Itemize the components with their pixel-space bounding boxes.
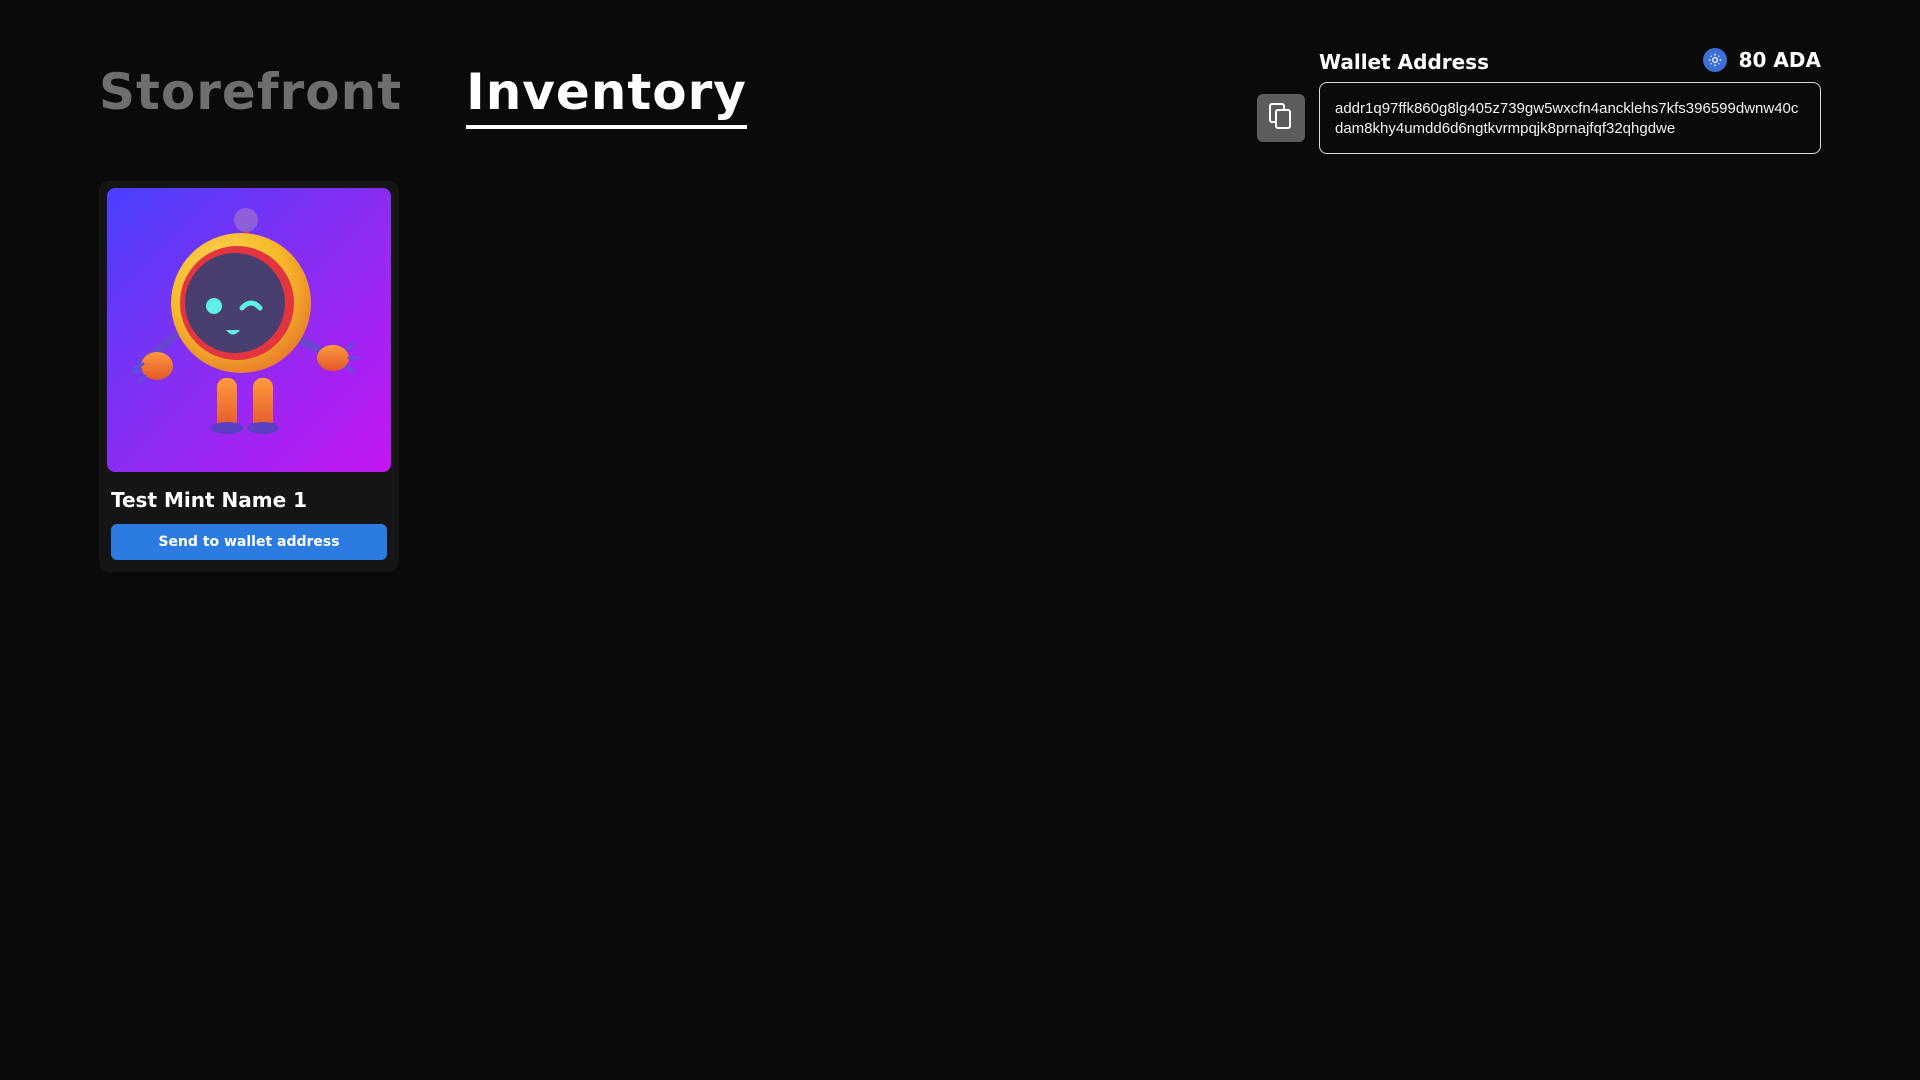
nft-image	[107, 188, 391, 472]
robot-mascot-icon	[131, 208, 359, 434]
copy-icon	[1268, 102, 1294, 134]
balance-display: 80 ADA	[1702, 48, 1821, 72]
tab-inventory[interactable]: Inventory	[466, 66, 747, 129]
inventory-card: Test Mint Name 1 Send to wallet address	[99, 181, 399, 572]
wallet-panel: Wallet Address 80 ADA addr1q97ffk860g8lg…	[1257, 46, 1821, 156]
send-to-wallet-button[interactable]: Send to wallet address	[111, 524, 387, 560]
wallet-address-field[interactable]: addr1q97ffk860g8lg405z739gw5wxcfn4anckle…	[1319, 82, 1821, 154]
copy-address-button[interactable]	[1257, 94, 1305, 142]
nav-tabs: Storefront Inventory	[99, 66, 747, 129]
item-name: Test Mint Name 1	[111, 488, 308, 512]
tab-storefront[interactable]: Storefront	[99, 66, 402, 129]
cardano-icon	[1702, 48, 1727, 72]
balance-value: 80 ADA	[1738, 48, 1821, 72]
wallet-address-label: Wallet Address	[1319, 50, 1489, 74]
